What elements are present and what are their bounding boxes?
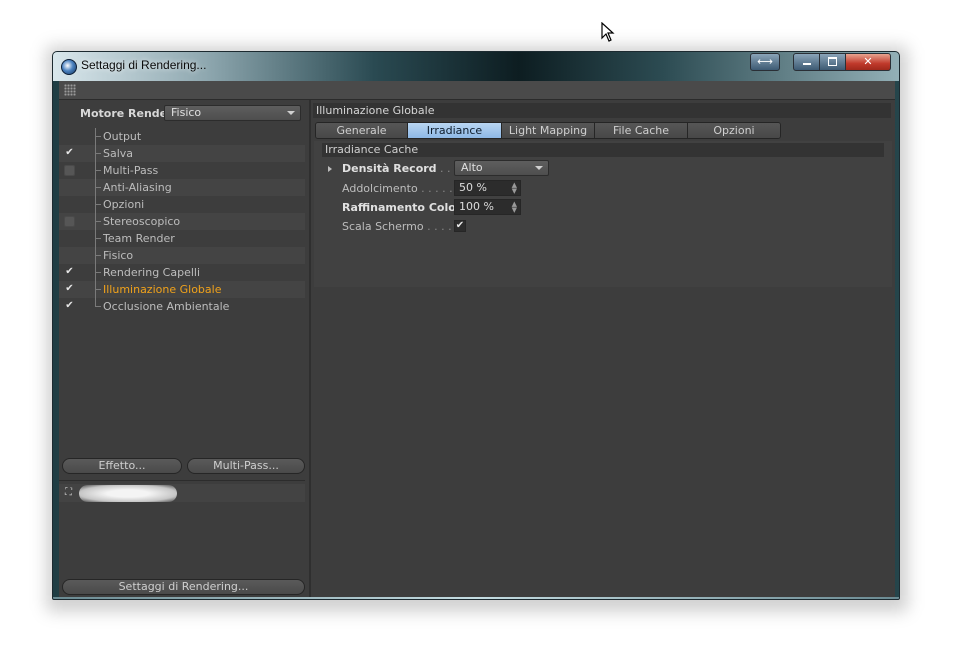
multi-pass-button[interactable]: Multi-Pass... (187, 458, 305, 474)
render-preset-row[interactable]: ⛶ (59, 484, 305, 502)
dialog-client-area: Motore Render Fisico Output ✔ Salva Mult… (59, 81, 895, 597)
tree-item-label: Salva (103, 147, 134, 160)
title-bar[interactable]: Settaggi di Rendering... ⟷ ✕ (53, 52, 899, 81)
tree-item-multi-pass[interactable]: Multi-Pass (59, 162, 305, 179)
section-title: Illuminazione Globale (313, 103, 891, 118)
unchecked-box[interactable] (64, 165, 75, 176)
tree-item-label: Rendering Capelli (103, 266, 201, 279)
smoothing-label: Addolcimento . . . . . . (342, 182, 460, 195)
tab-file-cache[interactable]: File Cache (595, 123, 688, 138)
blurred-preset-name (79, 485, 177, 502)
tree-connector (95, 213, 102, 230)
tree-connector (95, 264, 102, 281)
tree-connector (95, 162, 102, 179)
checkmark-icon[interactable]: ✔ (64, 267, 75, 278)
expand-triangle-icon[interactable] (328, 166, 332, 172)
tree-item-illuminazione-globale[interactable]: ✔ Illuminazione Globale (59, 281, 305, 298)
tree-connector (95, 196, 102, 213)
chevron-down-icon (535, 166, 543, 170)
render-engine-label: Motore Render (80, 107, 173, 120)
right-panel: Illuminazione Globale Generale Irradianc… (311, 100, 895, 597)
smoothing-value: 50 % (459, 181, 487, 194)
density-record-text: Densità Record (342, 162, 437, 175)
close-button[interactable]: ✕ (845, 53, 891, 71)
color-refinement-label: Raffinamento Colore (342, 201, 469, 214)
checkmark-icon: ✔ (455, 220, 465, 231)
tree-item-anti-aliasing[interactable]: Anti-Aliasing (59, 179, 305, 196)
cinema4d-app-icon[interactable] (61, 59, 77, 75)
density-record-value: Alto (461, 161, 483, 174)
tree-item-label-active: Illuminazione Globale (103, 283, 222, 296)
tree-item-label: Opzioni (103, 198, 145, 211)
render-settings-button[interactable]: Settaggi di Rendering... (62, 579, 305, 595)
screen-scale-checkbox[interactable]: ✔ (454, 220, 466, 232)
tab-opzioni[interactable]: Opzioni (688, 123, 780, 138)
window-title: Settaggi di Rendering... (81, 58, 207, 72)
effect-button[interactable]: Effetto... (62, 458, 182, 474)
tab-irradiance-cache[interactable]: Irradiance Cache (408, 123, 502, 138)
window-bottom-border (53, 597, 899, 599)
group-title: Irradiance Cache (322, 143, 884, 157)
render-settings-window: Settaggi di Rendering... ⟷ ✕ Motore Rend… (52, 51, 900, 600)
tree-item-fisico[interactable]: Fisico (59, 247, 305, 264)
spinner-arrows-icon[interactable]: ▲ ▼ (512, 201, 517, 214)
chevron-down-icon (287, 111, 295, 115)
resize-arrows-button[interactable]: ⟷ (750, 53, 780, 71)
tree-item-output[interactable]: Output (59, 128, 305, 145)
checkmark-icon[interactable]: ✔ (64, 284, 75, 295)
tree-connector (95, 281, 102, 298)
tree-connector (95, 247, 102, 264)
tree-connector (95, 179, 102, 196)
tree-item-label: Fisico (103, 249, 134, 262)
minimize-button[interactable] (793, 53, 820, 71)
left-panel: Motore Render Fisico Output ✔ Salva Mult… (59, 100, 311, 597)
tool-strip (59, 81, 895, 100)
minimize-icon (802, 63, 811, 65)
tab-light-mapping[interactable]: Light Mapping (502, 123, 595, 138)
color-refinement-value: 100 % (459, 200, 494, 213)
render-engine-value: Fisico (171, 106, 202, 119)
checkmark-icon[interactable]: ✔ (64, 301, 75, 312)
spinner-arrows-icon[interactable]: ▲ ▼ (512, 182, 517, 195)
maximize-icon (828, 57, 837, 66)
tree-item-occlusione-ambientale[interactable]: ✔ Occlusione Ambientale (59, 298, 305, 315)
settings-tree: Output ✔ Salva Multi-Pass Anti-Aliasing (59, 128, 305, 315)
tree-item-team-render[interactable]: Team Render (59, 230, 305, 247)
divider (59, 480, 305, 481)
tree-item-rendering-capelli[interactable]: ✔ Rendering Capelli (59, 264, 305, 281)
expand-preset-icon[interactable]: ⛶ (65, 487, 72, 498)
tree-item-label: Anti-Aliasing (103, 181, 172, 194)
double-arrow-icon: ⟷ (757, 55, 773, 68)
smoothing-input[interactable]: 50 % ▲ ▼ (454, 180, 521, 196)
tree-item-label: Occlusione Ambientale (103, 300, 230, 313)
tab-generale[interactable]: Generale (316, 123, 408, 138)
tree-item-label: Output (103, 130, 142, 143)
tree-connector (95, 128, 102, 145)
tree-connector (95, 230, 102, 247)
checkmark-icon[interactable]: ✔ (64, 148, 75, 159)
screen-scale-text: Scala Schermo (342, 220, 424, 233)
tree-item-label: Stereoscopico (103, 215, 181, 228)
tree-item-stereoscopico[interactable]: Stereoscopico (59, 213, 305, 230)
unchecked-box[interactable] (64, 216, 75, 227)
maximize-button[interactable] (819, 53, 846, 71)
density-record-label: Densità Record . . . . . (342, 162, 472, 175)
render-engine-select[interactable]: Fisico (164, 105, 301, 121)
screen-scale-label: Scala Schermo . . . . . . (342, 220, 466, 233)
smoothing-text: Addolcimento (342, 182, 418, 195)
close-icon: ✕ (863, 55, 873, 68)
color-refinement-input[interactable]: 100 % ▲ ▼ (454, 199, 521, 215)
tree-item-label: Team Render (103, 232, 175, 245)
tree-item-label: Multi-Pass (103, 164, 159, 177)
tab-bar: Generale Irradiance Cache Light Mapping … (315, 122, 781, 139)
tree-connector (95, 145, 102, 162)
density-record-select[interactable]: Alto (454, 160, 549, 176)
tree-item-opzioni[interactable]: Opzioni (59, 196, 305, 213)
tree-item-salva[interactable]: ✔ Salva (59, 145, 305, 162)
grip-handle-icon[interactable] (64, 84, 76, 96)
tree-connector (95, 298, 102, 307)
